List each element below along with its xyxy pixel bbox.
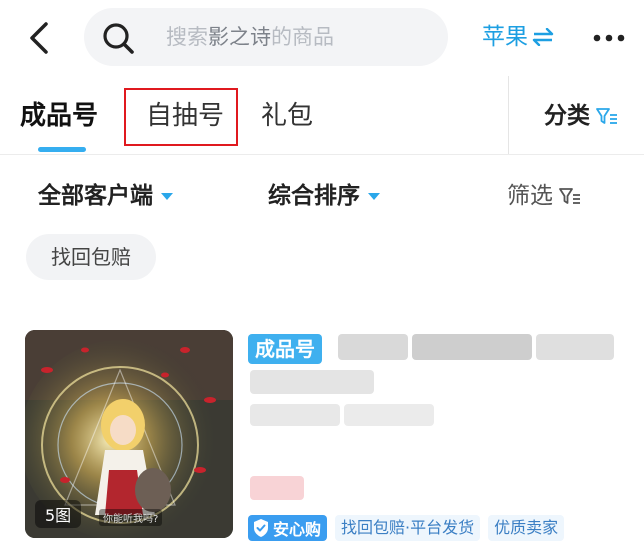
redacted-attributes [344, 404, 434, 426]
swap-icon [532, 28, 554, 46]
redacted-price [250, 476, 304, 500]
redacted-title [412, 334, 532, 360]
top-bar: 搜索影之诗的商品 苹果 [0, 0, 644, 76]
caret-down-icon [161, 192, 173, 200]
redacted-title [338, 334, 408, 360]
caret-down-icon [368, 192, 380, 200]
service-tag: 找回包赔·平台发货 [335, 515, 481, 541]
tab-self-draw-account[interactable]: 自抽号 [146, 98, 224, 134]
tab-gift-pack[interactable]: 礼包 [261, 98, 313, 134]
filter-button[interactable]: 筛选 [507, 180, 581, 212]
chevron-left-icon[interactable] [22, 18, 58, 58]
list-item[interactable]: 5图 你能听我吗? 成品号 安心购 找回包赔·平台发货 优质卖家 [0, 322, 644, 552]
recover-compensation-chip[interactable]: 找回包赔 [26, 234, 156, 280]
sort-label: 综合排序 [268, 183, 360, 209]
client-filter-dropdown[interactable]: 全部客户端 [38, 180, 173, 212]
divider [508, 76, 509, 154]
filter-icon [559, 188, 580, 204]
redacted-attributes [250, 404, 340, 426]
type-badge: 成品号 [248, 334, 322, 364]
platform-label: 苹果 [482, 24, 528, 50]
filter-label: 筛选 [507, 183, 553, 209]
search-input[interactable]: 搜索影之诗的商品 [84, 8, 448, 66]
category-button[interactable]: 分类 [544, 100, 618, 132]
tab-finished-account[interactable]: 成品号 [20, 98, 98, 134]
search-game-name: 影之诗 [208, 25, 271, 49]
product-type-tabs: 成品号 自抽号 礼包 分类 [0, 76, 644, 155]
filter-icon [596, 108, 617, 124]
listing-thumbnail[interactable]: 5图 你能听我吗? [25, 330, 233, 538]
sort-dropdown[interactable]: 综合排序 [268, 180, 380, 212]
quality-seller-tag: 优质卖家 [488, 515, 565, 541]
platform-switch-button[interactable]: 苹果 [482, 20, 554, 54]
secure-purchase-label: 安心购 [273, 520, 322, 539]
active-tab-indicator [38, 147, 86, 152]
redacted-subtitle [250, 370, 374, 394]
search-placeholder: 搜索影之诗的商品 [166, 25, 334, 49]
listing-tags: 安心购 找回包赔·平台发货 优质卖家 [248, 514, 565, 542]
secure-purchase-tag: 安心购 [248, 515, 328, 541]
client-filter-label: 全部客户端 [38, 183, 153, 209]
search-icon [103, 23, 134, 54]
filter-bar: 全部客户端 综合排序 筛选 [0, 168, 644, 224]
redacted-title [536, 334, 614, 360]
more-dots-icon[interactable] [592, 28, 626, 48]
image-count-badge: 5图 [35, 500, 82, 528]
shield-check-icon [254, 519, 268, 537]
category-label: 分类 [544, 103, 590, 129]
image-caption: 你能听我吗? [99, 509, 163, 526]
